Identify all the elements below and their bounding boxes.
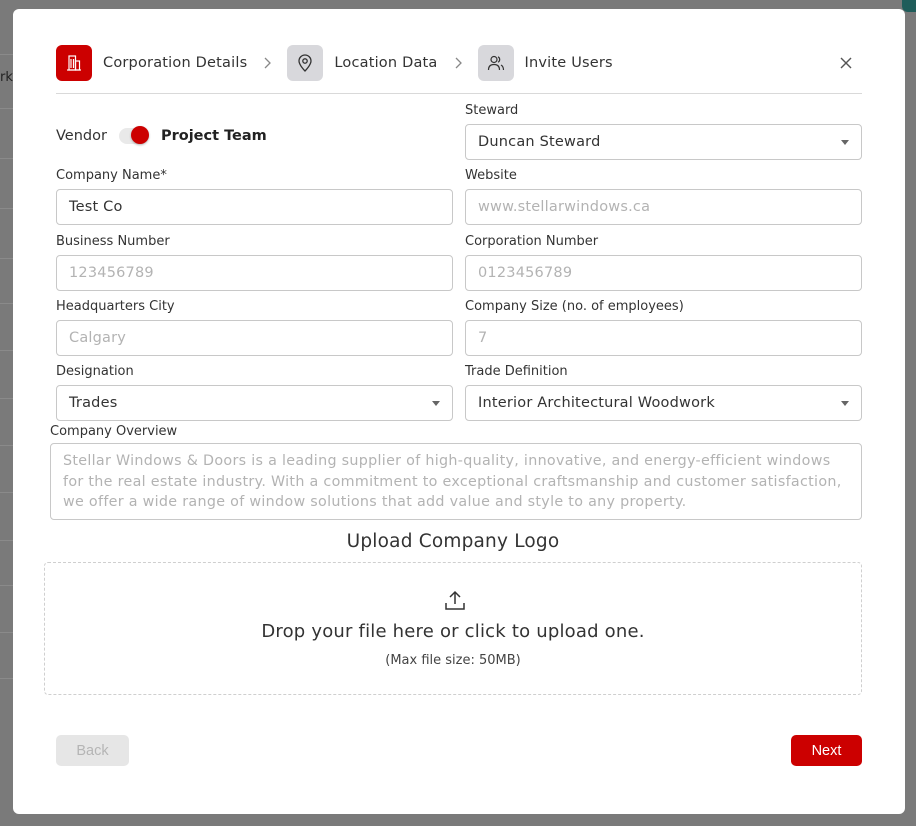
chevron-right-icon (263, 57, 272, 69)
designation-select[interactable]: Trades (56, 385, 453, 421)
field-label: Steward (465, 103, 519, 118)
step-label: Corporation Details (103, 55, 248, 71)
field-label: Business Number (56, 234, 170, 249)
steward-select[interactable]: Duncan Steward (465, 124, 862, 160)
caret-down-icon (841, 139, 849, 145)
select-value: Trades (69, 395, 118, 411)
trade-definition-select[interactable]: Interior Architectural Woodwork (465, 385, 862, 421)
step-label: Location Data (334, 55, 438, 71)
chevron-right-icon (454, 57, 462, 69)
company-size-input[interactable]: 7 (465, 320, 862, 356)
stepper: Corporation Details Location Data Invite… (56, 45, 613, 81)
select-value: Duncan Steward (478, 134, 601, 150)
logo-dropzone[interactable]: Drop your file here or click to upload o… (44, 562, 862, 695)
caret-down-icon (841, 400, 849, 406)
location-pin-icon (287, 45, 324, 81)
field-label: Designation (56, 364, 134, 379)
website-input[interactable]: www.stellarwindows.ca (465, 189, 862, 225)
step-label: Invite Users (524, 55, 613, 71)
step-location-data[interactable]: Location Data (287, 45, 437, 81)
company-overview-field: Company Overview Stellar Windows & Doors… (50, 423, 862, 520)
background-badge (902, 0, 916, 12)
back-button[interactable]: Back (56, 735, 129, 766)
close-button[interactable] (837, 54, 855, 72)
background-edge-text: rk (0, 70, 13, 85)
field-label: Company Size (no. of employees) (465, 299, 684, 314)
step-invite-users[interactable]: Invite Users (477, 45, 613, 81)
corporation-modal: Corporation Details Location Data Invite… (13, 9, 905, 814)
corporation-number-input[interactable]: 0123456789 (465, 255, 862, 291)
designation-field: Designation Trades (56, 363, 453, 421)
field-label: Website (465, 168, 517, 183)
input-placeholder: Calgary (69, 330, 127, 346)
input-value: Test Co (69, 199, 123, 215)
upload-icon (445, 590, 465, 610)
toggle-knob (130, 126, 149, 144)
dropzone-text: Drop your file here or click to upload o… (261, 621, 645, 642)
select-value: Interior Architectural Woodwork (478, 395, 715, 411)
step-corporation-details[interactable]: Corporation Details (56, 45, 247, 81)
field-label: Corporation Number (465, 234, 599, 249)
toggle-option-project-team: Project Team (160, 128, 267, 144)
upload-logo-title: Upload Company Logo (346, 531, 560, 552)
toggle-option-vendor: Vendor (56, 128, 107, 144)
company-name-input[interactable]: Test Co (56, 189, 453, 225)
company-name-field: Company Name* Test Co (56, 167, 453, 225)
input-placeholder: www.stellarwindows.ca (478, 199, 651, 215)
field-label: Company Overview (50, 424, 178, 439)
header-divider (56, 93, 862, 94)
textarea-placeholder: Stellar Windows & Doors is a leading sup… (63, 453, 842, 510)
field-label: Headquarters City (56, 299, 175, 314)
field-label: Company Name* (56, 168, 167, 183)
close-icon (840, 57, 852, 69)
input-placeholder: 123456789 (69, 265, 154, 281)
steward-field: Steward Duncan Steward (465, 102, 862, 160)
dropzone-max-size: (Max file size: 50MB) (385, 653, 521, 668)
users-icon (477, 45, 514, 81)
corporation-number-field: Corporation Number 0123456789 (465, 233, 862, 291)
business-number-input[interactable]: 123456789 (56, 255, 453, 291)
field-label: Trade Definition (465, 364, 568, 379)
building-icon (56, 45, 92, 81)
business-number-field: Business Number 123456789 (56, 233, 453, 291)
company-overview-textarea[interactable]: Stellar Windows & Doors is a leading sup… (50, 443, 862, 520)
vendor-team-toggle-row: Vendor Project Team (56, 125, 267, 147)
caret-down-icon (432, 400, 440, 406)
hq-city-input[interactable]: Calgary (56, 320, 453, 356)
input-placeholder: 0123456789 (478, 265, 573, 281)
next-button[interactable]: Next (791, 735, 862, 766)
input-placeholder: 7 (478, 330, 488, 346)
website-field: Website www.stellarwindows.ca (465, 167, 862, 225)
hq-city-field: Headquarters City Calgary (56, 298, 453, 356)
vendor-team-toggle[interactable] (118, 126, 149, 144)
company-size-field: Company Size (no. of employees) 7 (465, 298, 862, 356)
trade-definition-field: Trade Definition Interior Architectural … (465, 363, 862, 421)
